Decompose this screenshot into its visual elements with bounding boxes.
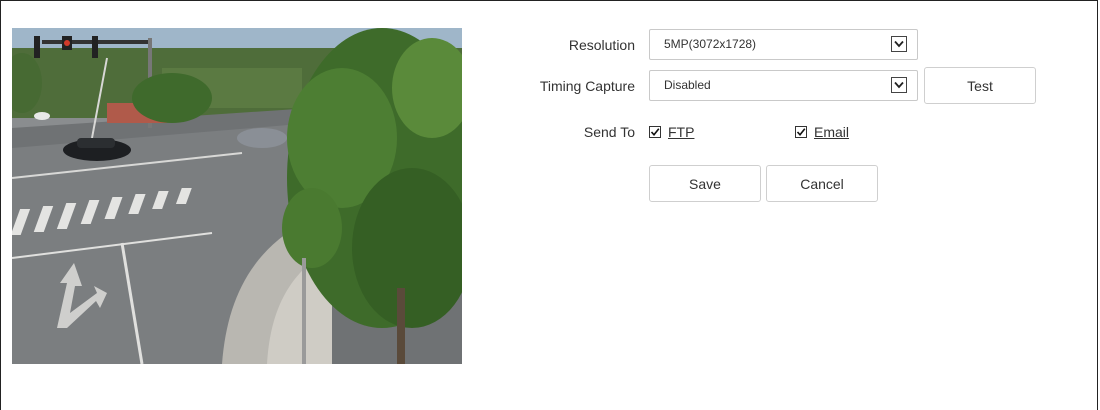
- ftp-checkbox[interactable]: [649, 126, 661, 138]
- test-button[interactable]: Test: [924, 67, 1036, 104]
- cancel-button[interactable]: Cancel: [766, 165, 878, 202]
- resolution-label: Resolution: [568, 37, 635, 53]
- save-button[interactable]: Save: [649, 165, 761, 202]
- email-checkbox-item[interactable]: Email: [795, 124, 849, 140]
- ftp-label[interactable]: FTP: [668, 124, 694, 140]
- ftp-checkbox-item[interactable]: FTP: [649, 124, 694, 140]
- settings-panel: Resolution 5MP(3072x1728) Timing Capture…: [0, 0, 1098, 410]
- resolution-select[interactable]: 5MP(3072x1728): [649, 29, 918, 60]
- timing-capture-select[interactable]: Disabled: [649, 70, 918, 101]
- camera-preview-image: [12, 28, 462, 364]
- chevron-down-icon[interactable]: [891, 36, 907, 52]
- timing-capture-label: Timing Capture: [539, 78, 635, 94]
- timing-capture-value: Disabled: [664, 78, 711, 92]
- email-checkbox[interactable]: [795, 126, 807, 138]
- chevron-down-icon[interactable]: [891, 77, 907, 93]
- email-label[interactable]: Email: [814, 124, 849, 140]
- resolution-value: 5MP(3072x1728): [664, 37, 757, 51]
- send-to-label: Send To: [583, 124, 635, 140]
